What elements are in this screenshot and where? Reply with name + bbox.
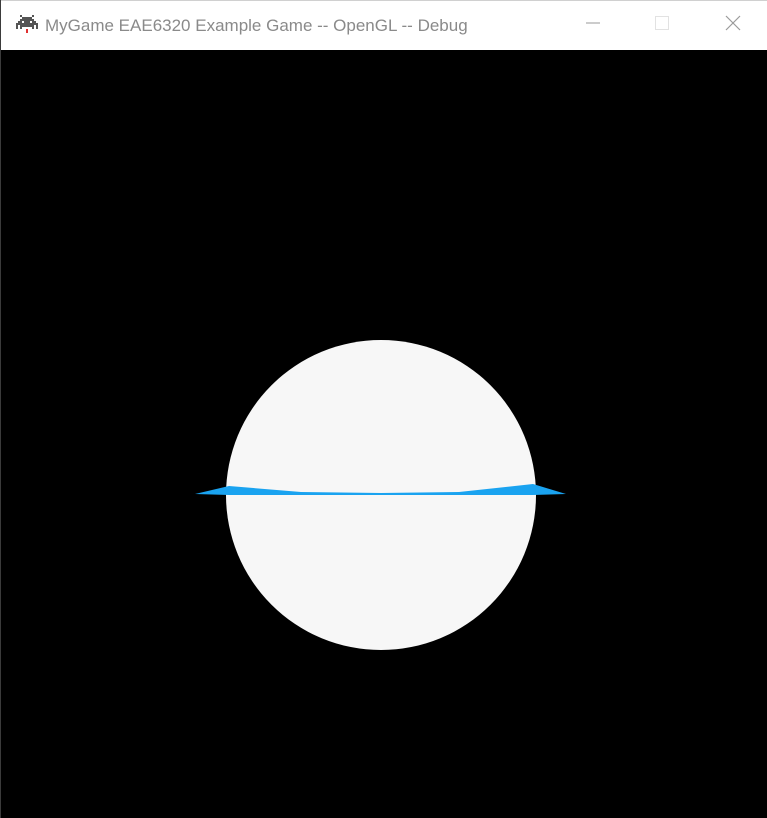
minimize-icon [585,15,601,36]
game-window: MyGame EAE6320 Example Game -- OpenGL --… [0,0,767,818]
maximize-button[interactable] [639,1,685,50]
close-button[interactable] [710,1,756,50]
minimize-button[interactable] [570,1,616,50]
game-scene [1,50,767,818]
title-bar[interactable]: MyGame EAE6320 Example Game -- OpenGL --… [1,0,767,50]
render-viewport[interactable] [1,50,767,818]
close-icon [725,15,741,36]
maximize-icon [654,15,670,36]
window-title: MyGame EAE6320 Example Game -- OpenGL --… [45,16,468,35]
space-invader-icon[interactable] [16,15,38,35]
